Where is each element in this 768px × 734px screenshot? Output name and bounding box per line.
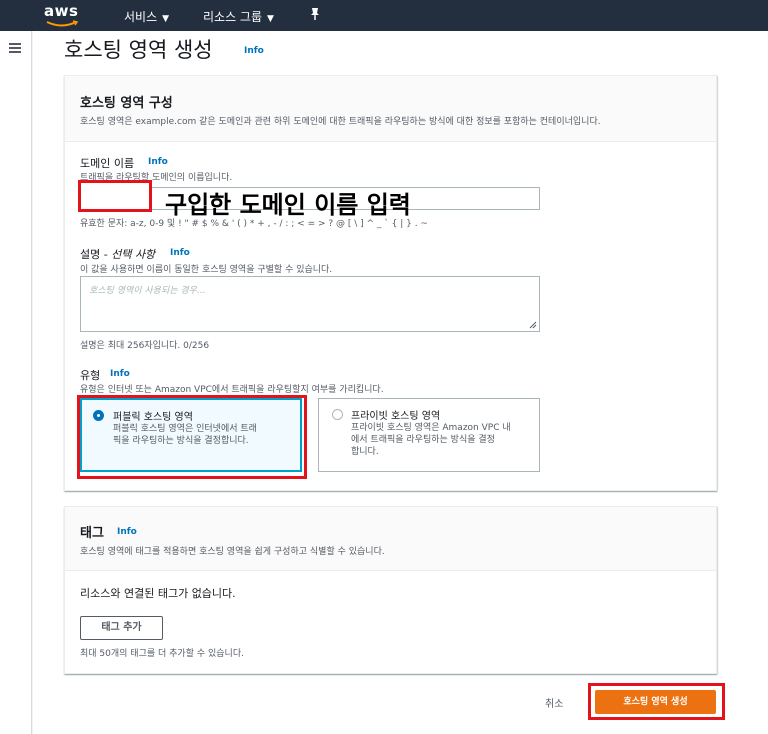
private-zone-desc: 프라이빗 호스팅 영역은 Amazon VPC 내 에서 트래픽을 라우팅하는 … (351, 422, 511, 458)
pin-icon[interactable] (308, 6, 322, 22)
tags-heading: 태그 (80, 526, 104, 541)
page-title: 호스팅 영역 생성 (64, 38, 213, 62)
add-tag-button[interactable]: 태그 추가 (80, 616, 163, 640)
description-counter: 설명은 최대 256자입니다. 0/256 (80, 341, 210, 351)
config-description: 호스팅 영역은 example.com 같은 도메인과 관련 하위 도메인에 대… (80, 117, 601, 127)
menu-icon[interactable] (9, 43, 21, 53)
description-label: 설명 - 선택 사항 (80, 246, 155, 262)
tags-description: 호스팅 영역에 태그를 적용하면 호스팅 영역을 쉽게 구성하고 식별할 수 있… (80, 547, 385, 557)
tags-limit: 최대 50개의 태그를 더 추가할 수 있습니다. (80, 649, 244, 659)
description-hint: 이 값을 사용하면 이름이 동일한 호스팅 영역을 구별할 수 있습니다. (80, 265, 333, 275)
nav-services-label: 서비스 (124, 10, 158, 24)
top-nav: aws 서비스 ▼ 리소스 그룹 ▼ (0, 0, 768, 31)
type-hint: 유형은 인터넷 또는 Amazon VPC에서 트래픽을 라우팅할지 여부를 가… (80, 385, 384, 395)
tags-empty-message: 리소스와 연결된 태그가 없습니다. (80, 587, 236, 600)
aws-logo[interactable]: aws (44, 2, 86, 28)
type-label: 유형 (80, 369, 101, 382)
description-label-main: 설명 - (80, 248, 112, 261)
private-zone-radio[interactable] (332, 409, 343, 420)
description-textarea[interactable]: 호스팅 영역이 사용되는 경우... (80, 276, 540, 332)
nav-services[interactable]: 서비스 ▼ (124, 8, 169, 25)
description-placeholder: 호스팅 영역이 사용되는 경우... (89, 286, 206, 296)
private-zone-desc-line2: 에서 트래픽을 라우팅하는 방식을 결정 (351, 435, 495, 445)
aws-smile-icon (46, 20, 79, 27)
nav-resource-groups-label: 리소스 그룹 (203, 10, 263, 24)
annotation-box-domain (78, 180, 152, 212)
aws-logo-text: aws (44, 2, 79, 20)
cancel-button[interactable]: 취소 (545, 695, 563, 710)
config-heading: 호스팅 영역 구성 (80, 96, 173, 111)
tags-panel-header (65, 507, 716, 571)
private-zone-desc-line3: 합니다. (351, 447, 379, 457)
nav-resource-groups[interactable]: 리소스 그룹 ▼ (203, 8, 274, 25)
chevron-down-icon: ▼ (162, 14, 170, 24)
description-label-optional: 선택 사항 (111, 248, 156, 261)
annotation-box-submit (588, 683, 725, 720)
domain-info-link[interactable]: Info (148, 157, 168, 167)
private-zone-desc-line1: 프라이빗 호스팅 영역은 Amazon VPC 내 (351, 423, 511, 433)
left-rail (0, 31, 32, 734)
private-zone-tile[interactable]: 프라이빗 호스팅 영역 프라이빗 호스팅 영역은 Amazon VPC 내 에서… (318, 398, 540, 472)
resize-handle-icon[interactable] (529, 321, 537, 329)
annotation-text: 구입한 도메인 이름 입력 (165, 191, 411, 219)
annotation-box-public (77, 395, 307, 479)
domain-label: 도메인 이름 (80, 157, 135, 170)
page-info-link[interactable]: Info (244, 46, 264, 56)
tags-info-link[interactable]: Info (117, 527, 137, 537)
description-info-link[interactable]: Info (170, 248, 190, 258)
type-info-link[interactable]: Info (110, 369, 130, 379)
chevron-down-icon: ▼ (267, 14, 274, 24)
private-zone-title: 프라이빗 호스팅 영역 (351, 411, 441, 422)
